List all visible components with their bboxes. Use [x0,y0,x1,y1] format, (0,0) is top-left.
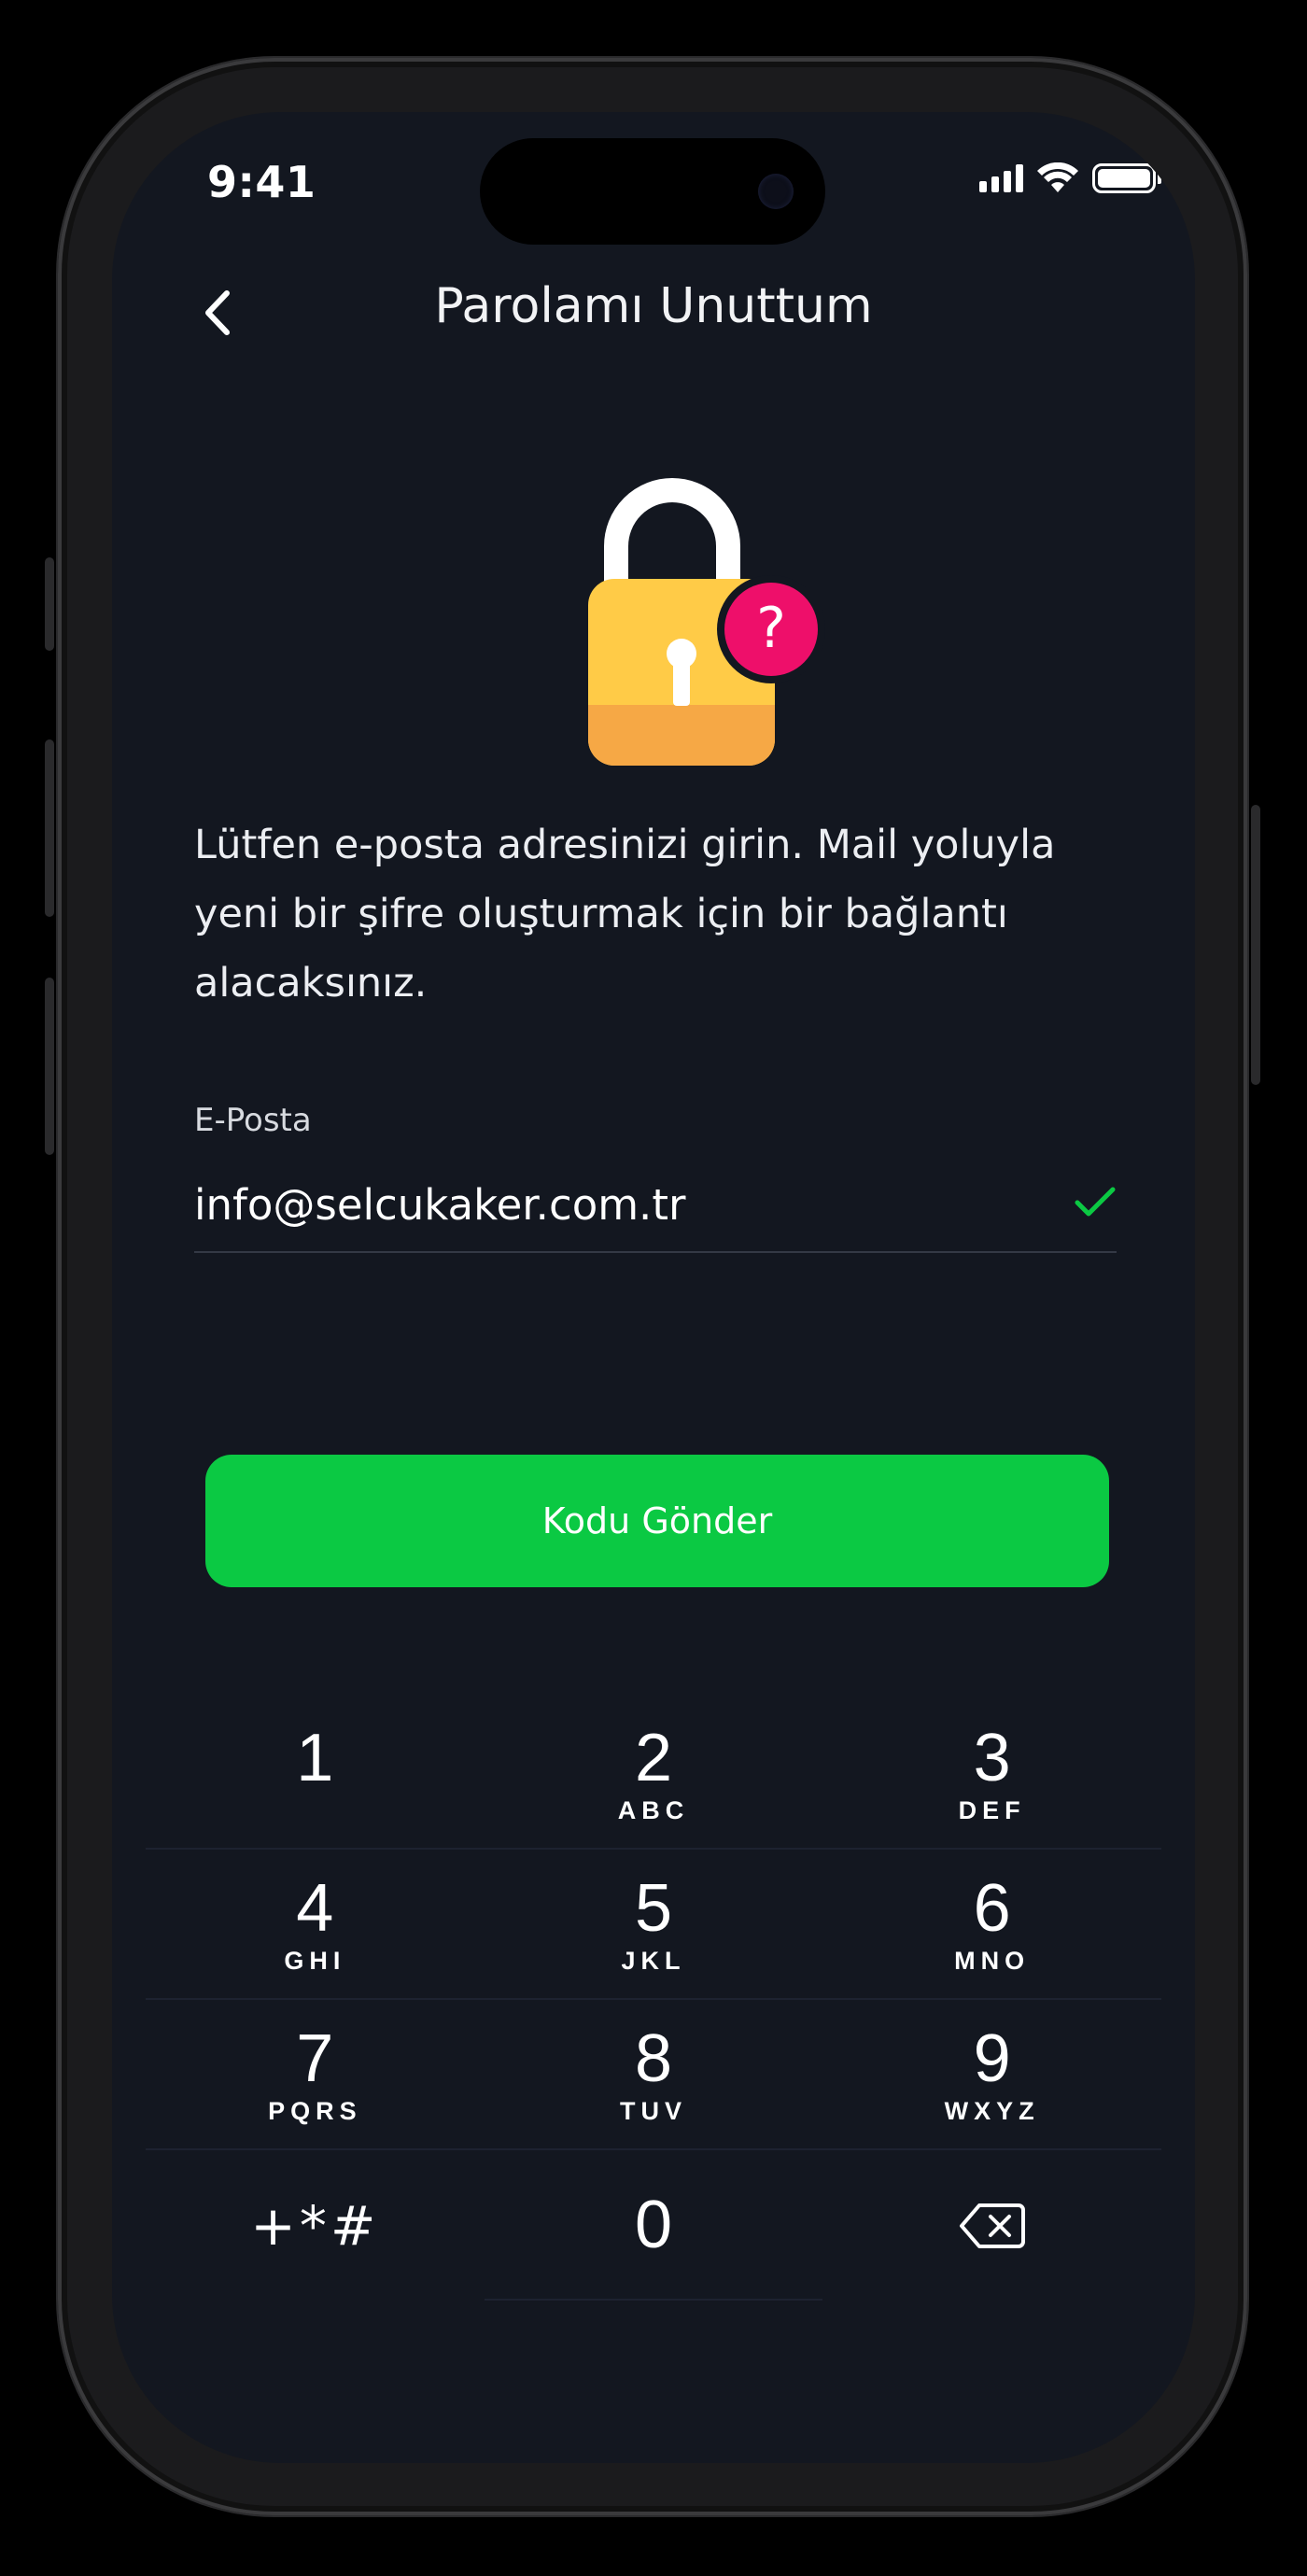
key-letters: TUV [619,2096,687,2125]
key-digit: 9 [973,2020,1011,2096]
battery-icon [1092,163,1161,193]
email-field[interactable] [194,1167,1117,1253]
key-digit: 0 [634,2187,673,2262]
page-title: Parolamı Unuttum [434,278,873,334]
key-letters: JKL [621,1946,686,1975]
key-1[interactable]: 1 [146,1699,485,1850]
email-input[interactable] [194,1167,1034,1242]
key-3[interactable]: 3 DEF [822,1699,1161,1850]
app-screen: 9:41 Parolamı Unuttum ? Lütfen e-posta a… [112,112,1195,2463]
backspace-icon [959,2203,1025,2248]
power-button [1251,805,1260,1085]
key-7[interactable]: 7 PQRS [146,2000,485,2150]
key-digit: 2 [634,1720,673,1795]
cellular-signal-icon [979,164,1023,192]
key-digit: 3 [973,1720,1011,1795]
key-symbols[interactable]: +*# [146,2150,485,2301]
svg-text:?: ? [756,596,786,661]
key-6[interactable]: 6 MNO [822,1850,1161,2000]
key-8[interactable]: 8 TUV [484,2000,823,2150]
key-digit: 5 [634,1870,673,1946]
symbols-label: +*# [250,2193,380,2258]
key-letters: DEF [958,1795,1026,1824]
key-2[interactable]: 2 ABC [484,1699,823,1850]
numeric-keypad: 1 2 ABC 3 DEF 4 GHI 5 JKL 6 MNO 7 PQRS 8 TUV 9W… [146,1699,1161,2301]
camera-icon [758,174,794,209]
email-label: E-Posta [194,1102,312,1139]
key-digit: 4 [296,1870,334,1946]
status-icons [979,162,1161,194]
key-digit: 1 [296,1720,334,1795]
key-0[interactable]: 0 [484,2150,823,2301]
key-digit: 7 [296,2020,334,2096]
lock-question-icon: ? [588,478,825,766]
checkmark-icon [1075,1187,1116,1217]
key-4[interactable]: 4 GHI [146,1850,485,2000]
key-letters: WXYZ [944,2096,1040,2125]
key-digit: 6 [973,1870,1011,1946]
key-letters: ABC [617,1795,690,1824]
action-button [45,557,54,651]
instruction-text: Lütfen e-posta adresinizi girin. Mail yo… [194,822,1056,1006]
key-delete[interactable] [822,2150,1161,2301]
dynamic-island [480,138,825,245]
key-letters: PQRS [268,2096,362,2125]
key-digit: 8 [634,2020,673,2096]
status-time: 9:41 [207,157,316,207]
volume-up-button [45,739,54,917]
key-letters: GHI [284,1946,346,1975]
key-5[interactable]: 5 JKL [484,1850,823,2000]
wifi-icon [1037,162,1078,192]
key-letters: MNO [954,1946,1031,1975]
key-9[interactable]: 9 WXYZ [822,2000,1161,2150]
volume-down-button [45,978,54,1155]
send-code-button[interactable]: Kodu Gönder [205,1455,1109,1587]
